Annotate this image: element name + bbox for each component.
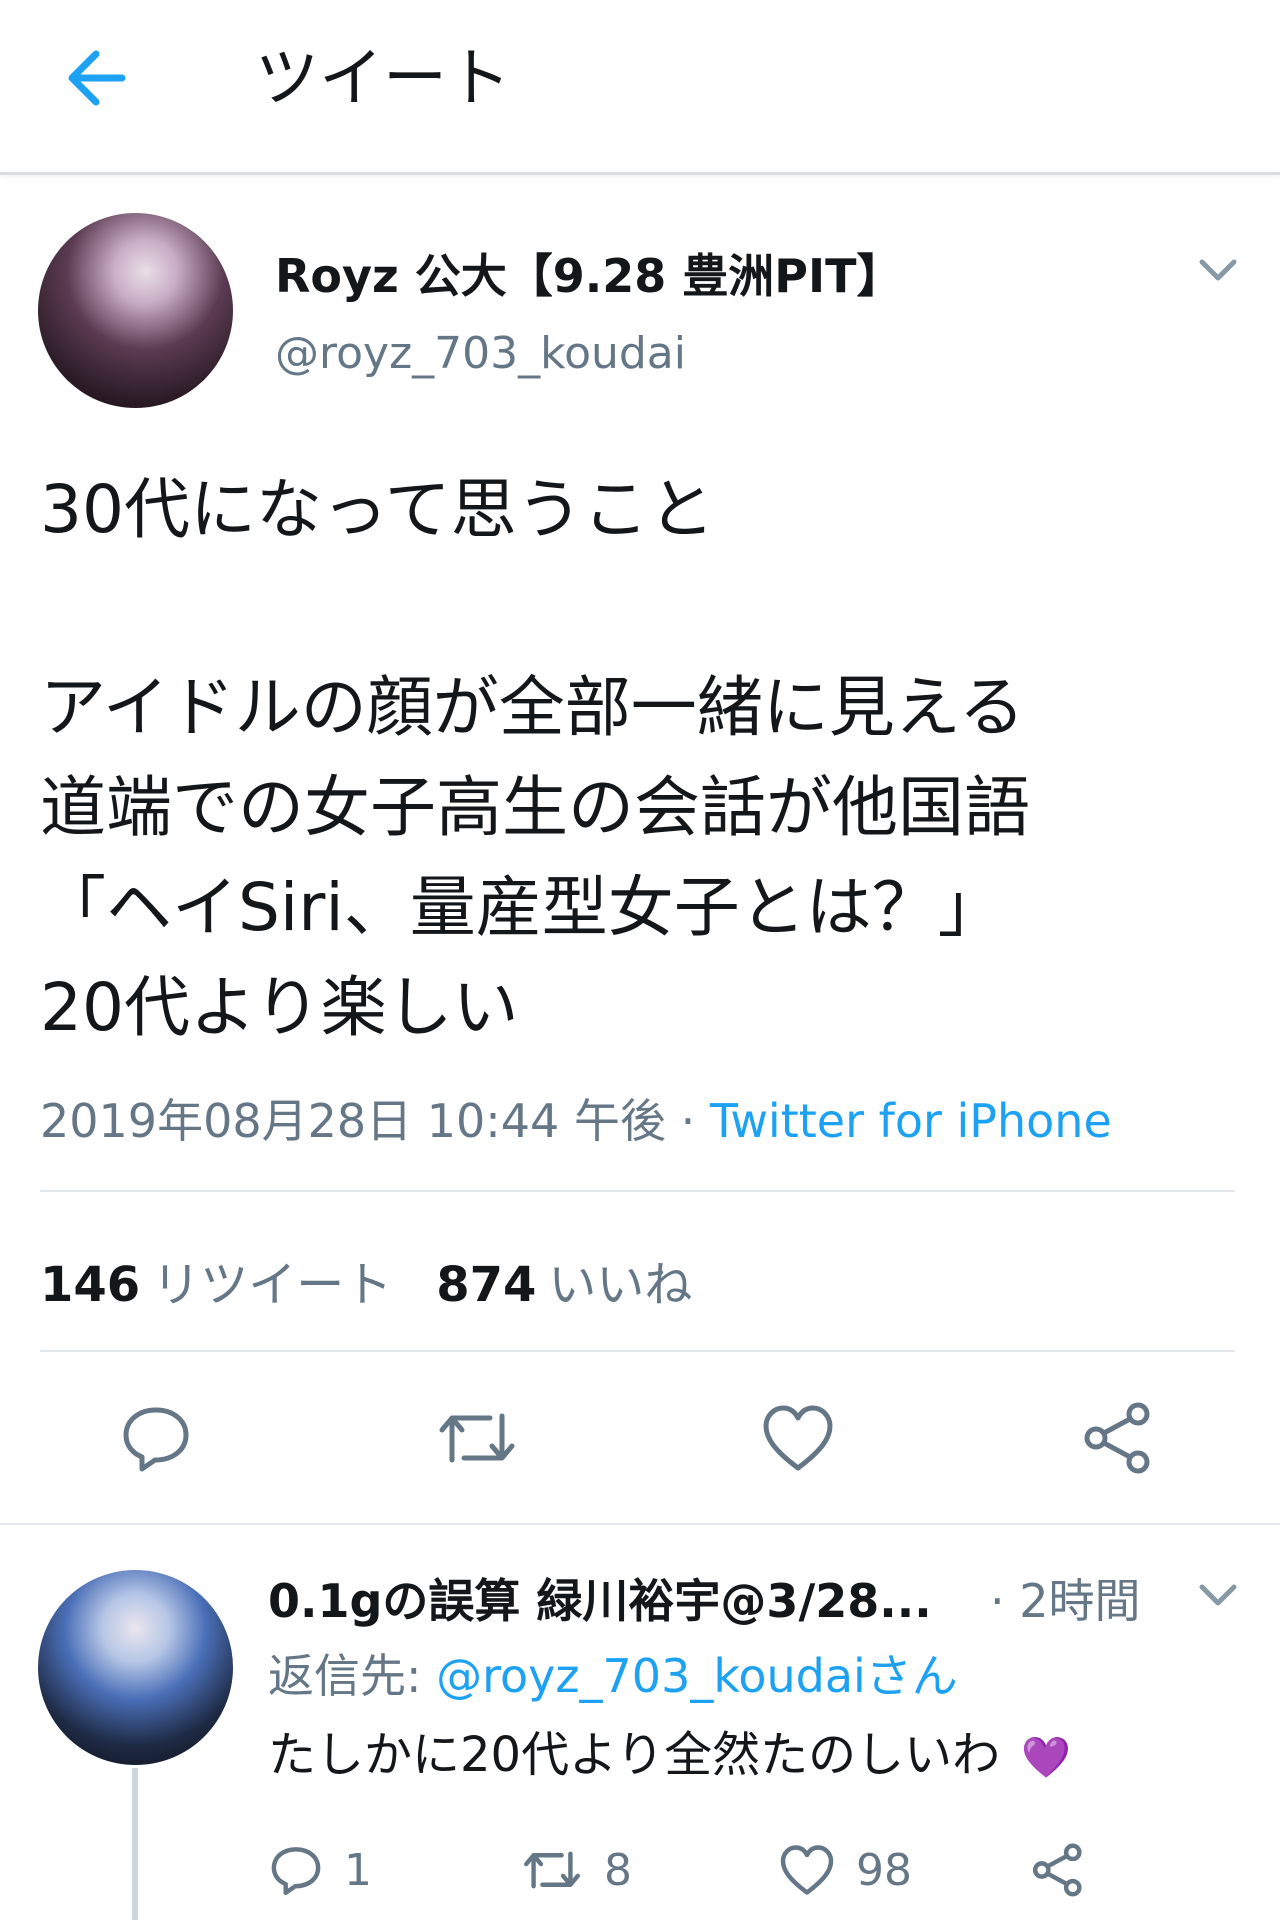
reply-reply-button[interactable]: 1 — [268, 1840, 372, 1900]
divider — [40, 1350, 1235, 1352]
app-header: ツイート — [0, 0, 1280, 175]
reply-reply-count: 1 — [344, 1844, 372, 1896]
reply-text-body: たしかに20代より全然たのしいわ — [268, 1727, 1001, 1783]
like-button[interactable] — [760, 1402, 836, 1478]
section-divider — [0, 1523, 1280, 1525]
reply-to-label: 返信先: — [268, 1649, 437, 1703]
reply-button[interactable] — [118, 1400, 194, 1480]
reply-author-name[interactable]: 0.1gの誤算 緑川裕宇@3/28... — [268, 1565, 932, 1631]
tweet-meta: 2019年08月28日 10:44 午後 · Twitter for iPhon… — [40, 1085, 1112, 1151]
reply-retweet-count: 8 — [604, 1844, 632, 1896]
page-title: ツイート — [255, 42, 511, 116]
author-name[interactable]: Royz 公大【9.28 豊洲PIT】 — [275, 240, 903, 306]
back-button[interactable] — [60, 38, 140, 118]
share-icon — [1084, 1402, 1150, 1474]
divider — [40, 1190, 1235, 1192]
meta-separator: · — [665, 1094, 710, 1148]
purple-heart-emoji: 💜 — [1021, 1735, 1072, 1781]
tweet-text-line: アイドルの顔が全部一緒に見える — [40, 669, 1025, 746]
heart-icon — [763, 1405, 833, 1471]
retweet-icon — [524, 1851, 580, 1889]
reply-retweet-button[interactable]: 8 — [520, 1840, 632, 1900]
reply-text: たしかに20代より全然たのしいわ 💜 — [268, 1715, 1071, 1785]
tweet-menu-button[interactable] — [1188, 250, 1248, 290]
reply-share-button[interactable] — [1030, 1840, 1086, 1900]
tweet-text-line: 「ヘイSiri、量産型女子とは？」 — [40, 869, 1004, 946]
thread-line — [132, 1768, 138, 1920]
chevron-down-icon — [1199, 259, 1237, 281]
author-handle[interactable]: @royz_703_koudai — [275, 328, 686, 379]
like-label: いいね — [548, 1257, 693, 1313]
reply-to-mention[interactable]: @royz_703_koudaiさん — [436, 1649, 958, 1703]
tweet-stats: 146 リツイート 874 いいね — [40, 1245, 692, 1315]
chevron-down-icon — [1199, 1584, 1237, 1606]
reply-like-button[interactable]: 98 — [778, 1840, 912, 1900]
retweet-button[interactable] — [434, 1400, 520, 1480]
reply-to-line: 返信先: @royz_703_koudaiさん — [268, 1640, 958, 1706]
reply-author-avatar[interactable] — [38, 1570, 233, 1765]
retweet-stat[interactable]: 146 リツイート — [40, 1257, 392, 1313]
retweet-label: リツイート — [152, 1257, 393, 1313]
reply-like-count: 98 — [856, 1844, 912, 1896]
arrow-left-icon — [68, 50, 126, 106]
comment-icon — [123, 1407, 189, 1472]
tweet-text-line: 20代より楽しい — [40, 969, 519, 1046]
author-avatar[interactable] — [38, 213, 233, 408]
like-stat[interactable]: 874 いいね — [436, 1257, 692, 1313]
share-icon — [1032, 1843, 1082, 1897]
like-count: 874 — [436, 1257, 537, 1313]
tweet-text-line: 30代になって思うこと — [40, 471, 715, 548]
tweet-timestamp: 2019年08月28日 10:44 午後 — [40, 1094, 666, 1148]
tweet-text-line: 道端での女子高生の会話が他国語 — [40, 769, 1030, 846]
reply-time: · 2時間 — [990, 1574, 1141, 1628]
comment-icon — [271, 1847, 321, 1896]
retweet-icon — [439, 1413, 515, 1463]
tweet-source-link[interactable]: Twitter for iPhone — [710, 1094, 1112, 1148]
heart-icon — [780, 1845, 834, 1895]
share-button[interactable] — [1080, 1400, 1156, 1480]
retweet-count: 146 — [40, 1257, 141, 1313]
reply-menu-button[interactable] — [1188, 1575, 1248, 1615]
